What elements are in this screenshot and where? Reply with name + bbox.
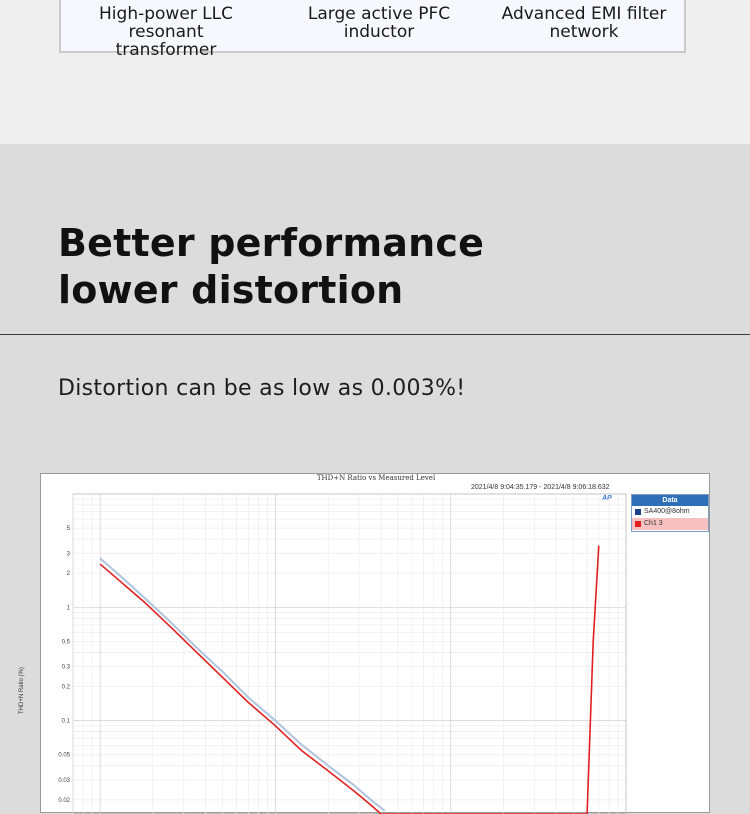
- y-tick-label: 2: [67, 571, 71, 577]
- chart-legend: Data SA400@8ohm Ch1 3: [631, 494, 709, 532]
- legend-swatch-icon: [635, 509, 641, 515]
- y-tick-label: 5: [67, 526, 71, 532]
- feature-section: High-power LLC resonant transformer Larg…: [0, 0, 750, 144]
- feature-line: High-power LLC resonant: [99, 4, 233, 42]
- y-tick-label: 3: [67, 551, 71, 557]
- y-tick-label: 0.3: [62, 665, 71, 671]
- chart-plot-area: 5 3 2 1 0.5 0.3 0.2 0.1 0.05 0.03 0.02: [58, 493, 627, 814]
- y-tick-label: 0.5: [62, 639, 71, 645]
- distortion-claim: Distortion can be as low as 0.003%!: [58, 376, 466, 401]
- chart-y-axis-label: THD+N Ratio (%): [19, 667, 25, 714]
- legend-item-label: Ch1 3: [644, 520, 663, 527]
- feature-llc-transformer: High-power LLC resonant transformer: [61, 5, 271, 59]
- series-line-sa400: [99, 557, 386, 812]
- y-tick-label: 1: [67, 605, 71, 611]
- legend-item-ch1[interactable]: Ch1 3: [632, 518, 708, 530]
- legend-item-sa400[interactable]: SA400@8ohm: [632, 506, 708, 518]
- feature-line: inductor: [343, 22, 415, 42]
- y-tick-label: 0.2: [62, 685, 71, 691]
- headline-line: Better performance: [58, 221, 485, 265]
- legend-swatch-icon: [635, 521, 641, 527]
- thd-chart: THD+N Ratio vs Measured Level 2021/4/8 9…: [19, 473, 710, 814]
- feature-line: transformer: [115, 40, 217, 60]
- y-tick-label: 0.1: [62, 719, 71, 725]
- feature-emi-filter: Advanced EMI filter network: [479, 5, 689, 41]
- y-tick-label: 0.03: [58, 778, 70, 784]
- legend-item-label: SA400@8ohm: [644, 508, 690, 515]
- y-tick-label: 0.05: [58, 753, 70, 759]
- feature-line: Large active PFC: [307, 4, 451, 24]
- feature-line: Advanced EMI filter: [501, 4, 667, 24]
- series-line-ch1: [99, 545, 600, 814]
- page-headline: Better performance lower distortion: [58, 220, 484, 314]
- feature-line: network: [549, 22, 619, 42]
- feature-pfc-inductor: Large active PFC inductor: [274, 5, 484, 41]
- legend-title: Data: [632, 495, 708, 506]
- headline-line: lower distortion: [58, 268, 404, 312]
- y-tick-label: 0.02: [58, 798, 70, 804]
- feature-box: High-power LLC resonant transformer Larg…: [59, 0, 689, 59]
- section-divider: [0, 334, 750, 335]
